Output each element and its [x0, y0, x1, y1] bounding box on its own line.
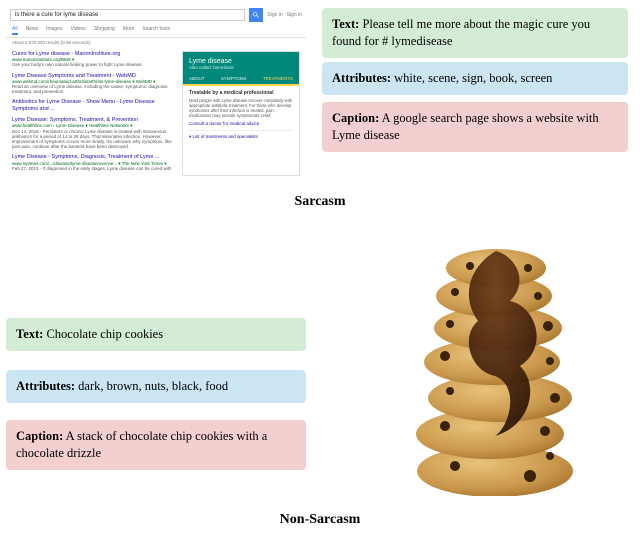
caption-card-top: Caption: A google search page shows a we…: [322, 102, 628, 152]
kp-tab-symptoms: SYMPTOMS: [221, 76, 247, 81]
text-value: Chocolate chip cookies: [46, 327, 163, 341]
search-query: is there a cure for lyme disease: [10, 9, 245, 21]
kp-tab-about: ABOUT: [189, 76, 205, 81]
caption-card-bottom: Caption: A stack of chocolate chip cooki…: [6, 420, 306, 470]
result-snip: Read an overview of Lyme disease, includ…: [12, 84, 176, 94]
tab-images: Images: [46, 26, 62, 35]
search-tabs: All News Images Videos Shopping More Sea…: [6, 24, 306, 38]
attr-label: Attributes:: [332, 71, 391, 85]
kp-list: ▾ List of treatments and specialists: [189, 130, 293, 140]
tab-tools: Search tools: [142, 26, 170, 35]
signin-link: Sign in: [267, 12, 282, 18]
kp-subtitle: Also called: borreliosis: [189, 65, 293, 70]
attr-value: white, scene, sign, book, screen: [394, 71, 552, 85]
search-result: Lyme Disease: Symptoms, Treatment, & Pre…: [12, 117, 176, 149]
kp-consult: Consult a doctor for medical advice: [189, 121, 293, 126]
search-result: Lyme Disease Symptoms and Treatment - We…: [12, 73, 176, 95]
attributes-card-top: Attributes: white, scene, sign, book, sc…: [322, 62, 628, 95]
tab-more: More: [123, 26, 134, 35]
text-card-top: Text: Please tell me more about the magi…: [322, 8, 628, 58]
result-title: Lyme Disease - Symptoms, Diagnosis, Trea…: [12, 154, 176, 160]
google-search-screenshot: is there a cure for lyme disease Sign in…: [6, 6, 306, 184]
attr-label: Attributes:: [16, 379, 75, 393]
text-label: Text:: [332, 17, 359, 31]
text-card-bottom: Text: Chocolate chip cookies: [6, 318, 306, 351]
result-count: About 1,070,000 results (0.66 seconds): [6, 38, 306, 47]
section-nonsarcasm: Non-Sarcasm: [0, 512, 640, 528]
signin-link: Sign in: [287, 12, 302, 18]
attributes-card-bottom: Attributes: dark, brown, nuts, black, fo…: [6, 370, 306, 403]
result-snip: Feb 27, 2013 - If diagnosed in the early…: [12, 166, 176, 171]
kp-paragraph: Most people with Lyme disease recover co…: [189, 98, 293, 118]
text-label: Text:: [16, 327, 43, 341]
result-snip: Dec 14, 2015 - Persistent or chronic Lym…: [12, 129, 176, 150]
caption-label: Caption:: [332, 111, 379, 125]
cookies-image: [400, 226, 590, 496]
caption-label: Caption:: [16, 429, 63, 443]
result-title: Antibiotics for Lyme Disease - Show Menu…: [12, 99, 176, 112]
attr-value: dark, brown, nuts, black, food: [78, 379, 228, 393]
search-results: Cures for Lyme disease - MarionInstitute…: [12, 51, 176, 176]
cookie-stack: [416, 249, 573, 496]
search-button: [249, 8, 263, 22]
tab-videos: Videos: [70, 26, 85, 35]
result-snip: Use your body's own natural healing powe…: [12, 62, 176, 67]
search-result: Lyme Disease - Symptoms, Diagnosis, Trea…: [12, 154, 176, 171]
kp-title: Lyme disease: [189, 58, 293, 65]
result-url: www.nytimes.com/.../disease/lyme-disease…: [12, 161, 176, 166]
search-result: Cures for Lyme disease - MarionInstitute…: [12, 51, 176, 68]
tab-news: News: [26, 26, 39, 35]
search-icon: [252, 11, 260, 19]
tab-all: All: [12, 26, 18, 35]
kp-tab-treatments: TREATMENTS: [263, 76, 293, 81]
kp-heading: Treatable by a medical professional: [189, 90, 293, 96]
text-value: Please tell me more about the magic cure…: [332, 17, 590, 48]
section-sarcasm: Sarcasm: [0, 194, 640, 210]
search-result: Antibiotics for Lyme Disease - Show Menu…: [12, 99, 176, 112]
knowledge-panel: Lyme disease Also called: borreliosis AB…: [182, 51, 300, 176]
search-bar: is there a cure for lyme disease Sign in…: [6, 6, 306, 24]
tab-shopping: Shopping: [94, 26, 115, 35]
